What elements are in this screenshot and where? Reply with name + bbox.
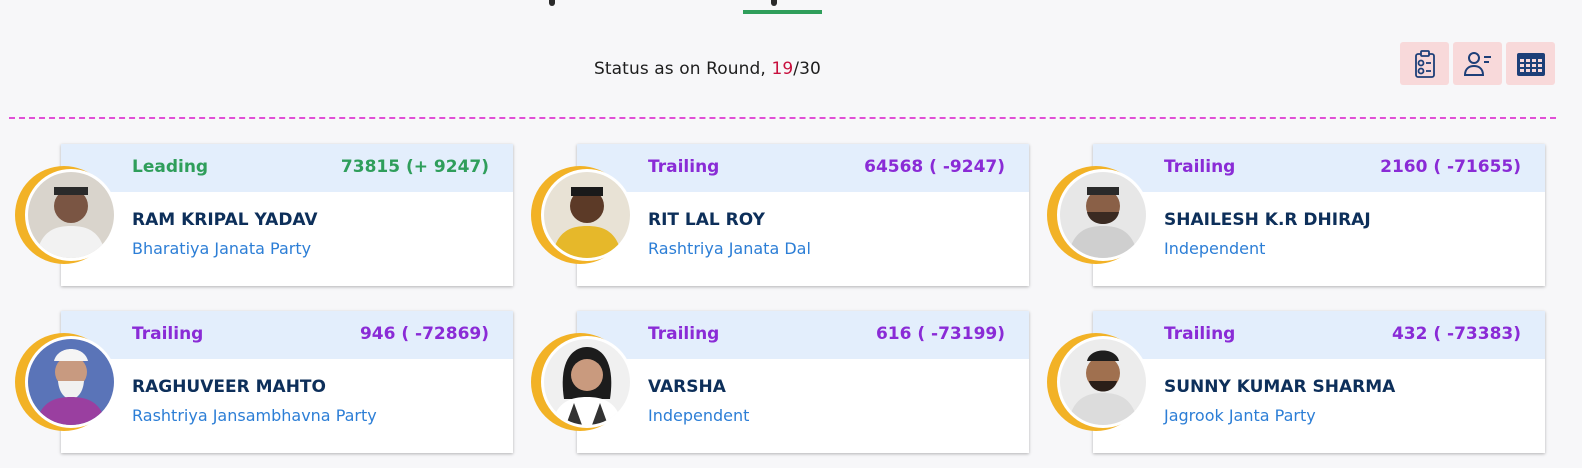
round-status: Status as on Round, 19/30 [594, 59, 821, 79]
party-name: Independent [1164, 239, 1266, 258]
party-name: Rashtriya Janata Dal [648, 239, 811, 258]
party-name: Bharatiya Janata Party [132, 239, 312, 258]
result-status: Trailing [648, 324, 720, 344]
vote-count: 64568 ( -9247) [864, 157, 1005, 177]
card-body: Trailing 616 ( -73199) VARSHA Independen… [577, 311, 1029, 453]
table-grid-icon [1516, 52, 1545, 76]
candidate-photo [1057, 169, 1149, 261]
card-body: Leading 73815 (+ 9247) RAM KRIPAL YADAV … [61, 144, 513, 286]
candidate-photo [541, 169, 633, 261]
candidate-photo [1057, 336, 1149, 428]
result-status: Trailing [1164, 157, 1236, 177]
user-list-icon [1463, 51, 1491, 76]
section-divider [9, 117, 1556, 119]
party-name: Rashtriya Jansambhavna Party [132, 406, 377, 425]
candidate-name: RIT LAL ROY [648, 210, 765, 230]
result-status: Trailing [648, 157, 720, 177]
active-tab-indicator [743, 10, 822, 14]
vote-count: 616 ( -73199) [875, 324, 1005, 344]
candidate-card[interactable]: Trailing 946 ( -72869) RAGHUVEER MAHTO R… [15, 311, 513, 453]
candidate-card[interactable]: Trailing 432 ( -73383) SUNNY KUMAR SHARM… [1047, 311, 1545, 453]
report-button[interactable] [1400, 42, 1449, 85]
vote-count: 946 ( -72869) [359, 324, 489, 344]
candidate-name: RAM KRIPAL YADAV [132, 210, 318, 230]
round-current: 19 [771, 59, 794, 79]
card-body: Trailing 64568 ( -9247) RIT LAL ROY Rash… [577, 144, 1029, 286]
result-status: Leading [132, 157, 209, 177]
round-status-label: Status as on Round, [594, 59, 772, 79]
candidate-name: SHAILESH K.R DHIRAJ [1164, 210, 1371, 230]
candidate-photo [541, 336, 633, 428]
party-name: Independent [648, 406, 750, 425]
table-view-button[interactable] [1506, 42, 1555, 85]
candidate-name: SUNNY KUMAR SHARMA [1164, 377, 1396, 397]
candidate-photo [25, 169, 117, 261]
candidate-list-button[interactable] [1453, 42, 1502, 85]
tab-label-fragment[interactable] [549, 0, 555, 6]
card-body: Trailing 946 ( -72869) RAGHUVEER MAHTO R… [61, 311, 513, 453]
result-status: Trailing [1164, 324, 1236, 344]
candidate-card[interactable]: Trailing 2160 ( -71655) SHAILESH K.R DHI… [1047, 144, 1545, 286]
party-name: Jagrook Janta Party [1164, 406, 1316, 425]
card-body: Trailing 432 ( -73383) SUNNY KUMAR SHARM… [1093, 311, 1545, 453]
candidate-name: RAGHUVEER MAHTO [132, 377, 326, 397]
candidate-card[interactable]: Trailing 64568 ( -9247) RIT LAL ROY Rash… [531, 144, 1029, 286]
card-body: Trailing 2160 ( -71655) SHAILESH K.R DHI… [1093, 144, 1545, 286]
candidate-name: VARSHA [648, 377, 726, 397]
round-total: /30 [793, 59, 821, 79]
candidate-card[interactable]: Trailing 616 ( -73199) VARSHA Independen… [531, 311, 1029, 453]
clipboard-report-icon [1414, 49, 1435, 78]
tab-label-fragment[interactable] [771, 0, 777, 6]
result-status: Trailing [132, 324, 204, 344]
vote-count: 2160 ( -71655) [1380, 157, 1521, 177]
candidate-photo [25, 336, 117, 428]
candidate-card[interactable]: Leading 73815 (+ 9247) RAM KRIPAL YADAV … [15, 144, 513, 286]
vote-count: 73815 (+ 9247) [340, 157, 489, 177]
vote-count: 432 ( -73383) [1391, 324, 1521, 344]
